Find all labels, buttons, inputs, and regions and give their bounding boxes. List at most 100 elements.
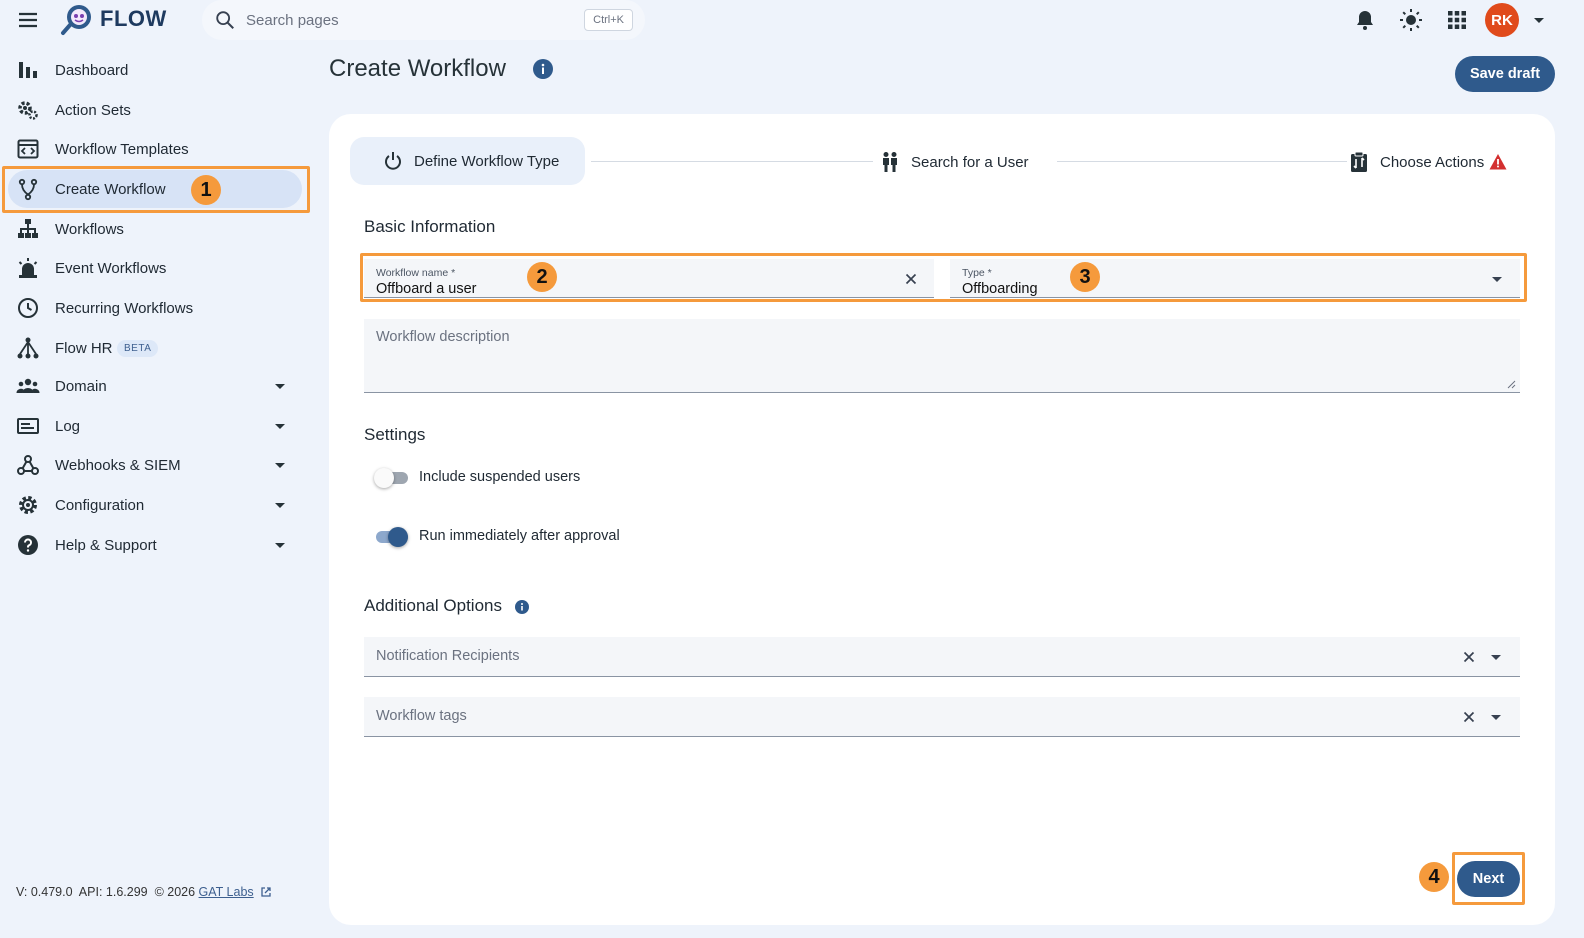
sidebar-item-domain[interactable]: Domain bbox=[8, 367, 302, 405]
search-input[interactable] bbox=[246, 8, 566, 32]
info-icon[interactable] bbox=[533, 59, 553, 79]
network-icon bbox=[16, 336, 40, 360]
chevron-down-icon[interactable] bbox=[272, 457, 288, 473]
sidebar-item-label: Create Workflow bbox=[55, 180, 166, 198]
app-version: V: 0.479.0 bbox=[16, 885, 73, 899]
notification-recipients-placeholder: Notification Recipients bbox=[376, 648, 520, 664]
menu-icon[interactable] bbox=[16, 8, 40, 32]
user-avatar[interactable]: RK bbox=[1485, 3, 1519, 37]
bell-icon[interactable] bbox=[1353, 8, 1377, 32]
search-icon bbox=[214, 9, 236, 31]
step-badge: 3 bbox=[1070, 262, 1100, 292]
next-button[interactable]: Next bbox=[1457, 861, 1520, 897]
sidebar-item-help-support[interactable]: Help & Support bbox=[8, 526, 302, 564]
info-icon[interactable] bbox=[515, 600, 529, 614]
chevron-down-icon[interactable] bbox=[1487, 648, 1505, 666]
workflow-tags-select[interactable]: Workflow tags bbox=[364, 697, 1520, 737]
company-link[interactable]: GAT Labs bbox=[199, 885, 254, 899]
page-title: Create Workflow bbox=[329, 55, 506, 82]
search-shortcut: Ctrl+K bbox=[584, 9, 633, 31]
sidebar-item-label: Domain bbox=[55, 377, 107, 395]
chevron-down-icon[interactable] bbox=[1487, 708, 1505, 726]
clear-icon[interactable] bbox=[902, 270, 920, 288]
sidebar-item-dashboard[interactable]: Dashboard bbox=[8, 51, 302, 89]
sidebar-item-label: Flow HR bbox=[55, 339, 113, 357]
step-define-workflow-type[interactable]: Define Workflow Type bbox=[350, 137, 585, 185]
sidebar-item-workflow-templates[interactable]: Workflow Templates bbox=[8, 130, 302, 168]
chevron-down-icon[interactable] bbox=[272, 537, 288, 553]
workflow-name-label: Workflow name * bbox=[376, 267, 456, 279]
app-logo[interactable]: FLOW bbox=[60, 2, 167, 36]
clear-icon[interactable] bbox=[1460, 648, 1478, 666]
include-suspended-label: Include suspended users bbox=[419, 469, 581, 485]
chevron-down-icon[interactable] bbox=[1531, 12, 1547, 28]
webhook-icon bbox=[16, 453, 40, 477]
workflow-type-label: Type * bbox=[962, 267, 992, 279]
workflow-name-input[interactable] bbox=[376, 281, 676, 297]
workflow-description-field[interactable]: Workflow description bbox=[364, 319, 1520, 393]
sidebar-item-flow-hr[interactable]: Flow HR BETA bbox=[8, 329, 302, 367]
workflow-name-field[interactable]: Workflow name * bbox=[364, 259, 934, 298]
sidebar-item-log[interactable]: Log bbox=[8, 407, 302, 445]
alarm-icon bbox=[16, 256, 40, 280]
chevron-down-icon[interactable] bbox=[272, 418, 288, 434]
sidebar-item-label: Workflow Templates bbox=[55, 140, 189, 158]
sidebar-item-label: Event Workflows bbox=[55, 259, 167, 277]
include-suspended-toggle[interactable] bbox=[374, 466, 410, 488]
clock-icon bbox=[16, 296, 40, 320]
sidebar-item-event-workflows[interactable]: Event Workflows bbox=[8, 249, 302, 287]
flow-logo-icon bbox=[60, 2, 94, 36]
step-badge: 1 bbox=[191, 175, 221, 205]
sidebar-item-label: Help & Support bbox=[55, 536, 157, 554]
help-icon bbox=[16, 533, 40, 557]
sidebar-item-webhooks-siem[interactable]: Webhooks & SIEM bbox=[8, 446, 302, 484]
template-icon bbox=[16, 137, 40, 161]
step-badge: 4 bbox=[1419, 862, 1449, 892]
gears-icon bbox=[16, 98, 40, 122]
step-label: Search for a User bbox=[911, 153, 1029, 171]
beta-badge: BETA bbox=[117, 340, 159, 357]
chevron-down-icon[interactable] bbox=[1488, 270, 1506, 288]
sidebar-item-recurring-workflows[interactable]: Recurring Workflows bbox=[8, 289, 302, 327]
save-draft-button[interactable]: Save draft bbox=[1455, 56, 1555, 92]
run-immediately-label: Run immediately after approval bbox=[419, 528, 620, 544]
stepper-connector bbox=[1057, 161, 1347, 162]
workflow-tags-placeholder: Workflow tags bbox=[376, 708, 467, 724]
brightness-icon[interactable] bbox=[1399, 8, 1423, 32]
users-icon bbox=[879, 151, 901, 173]
resize-handle-icon[interactable] bbox=[1506, 379, 1516, 389]
step-search-for-user[interactable]: Search for a User bbox=[879, 150, 1029, 174]
external-link-icon bbox=[260, 886, 272, 898]
step-label: Choose Actions bbox=[1380, 153, 1485, 171]
api-version: API: 1.6.299 bbox=[78, 885, 148, 899]
people-icon bbox=[16, 374, 40, 398]
run-immediately-toggle[interactable] bbox=[374, 525, 410, 547]
stepper-connector bbox=[591, 161, 873, 162]
workflow-type-select[interactable]: Type * Offboarding bbox=[950, 259, 1520, 298]
search-bar[interactable]: Ctrl+K bbox=[202, 0, 645, 40]
sidebar: Dashboard Action Sets Workflow Templates… bbox=[0, 50, 310, 938]
step-label: Define Workflow Type bbox=[414, 152, 560, 170]
notification-recipients-select[interactable]: Notification Recipients bbox=[364, 637, 1520, 677]
top-bar: FLOW Ctrl+K RK bbox=[0, 0, 1584, 40]
apps-grid-icon[interactable] bbox=[1445, 8, 1469, 32]
version-info: V: 0.479.0 API: 1.6.299 © 2026 GAT Labs bbox=[16, 885, 272, 899]
hierarchy-icon bbox=[16, 217, 40, 241]
bar-chart-icon bbox=[16, 58, 40, 82]
fork-icon bbox=[16, 177, 40, 201]
sidebar-item-workflows[interactable]: Workflows bbox=[8, 210, 302, 248]
power-icon bbox=[382, 150, 404, 172]
chevron-down-icon[interactable] bbox=[272, 497, 288, 513]
sidebar-item-label: Webhooks & SIEM bbox=[55, 456, 181, 474]
workflow-description-placeholder: Workflow description bbox=[376, 329, 510, 345]
sidebar-item-label: Action Sets bbox=[55, 101, 131, 119]
clipboard-icon bbox=[1348, 151, 1370, 173]
sidebar-item-configuration[interactable]: Configuration bbox=[8, 486, 302, 524]
sidebar-item-action-sets[interactable]: Action Sets bbox=[8, 91, 302, 129]
chevron-down-icon[interactable] bbox=[272, 378, 288, 394]
sidebar-item-create-workflow[interactable]: Create Workflow bbox=[8, 170, 302, 208]
log-icon bbox=[16, 414, 40, 438]
clear-icon[interactable] bbox=[1460, 708, 1478, 726]
step-choose-actions[interactable]: Choose Actions bbox=[1348, 150, 1507, 174]
sidebar-item-label: Dashboard bbox=[55, 61, 129, 79]
